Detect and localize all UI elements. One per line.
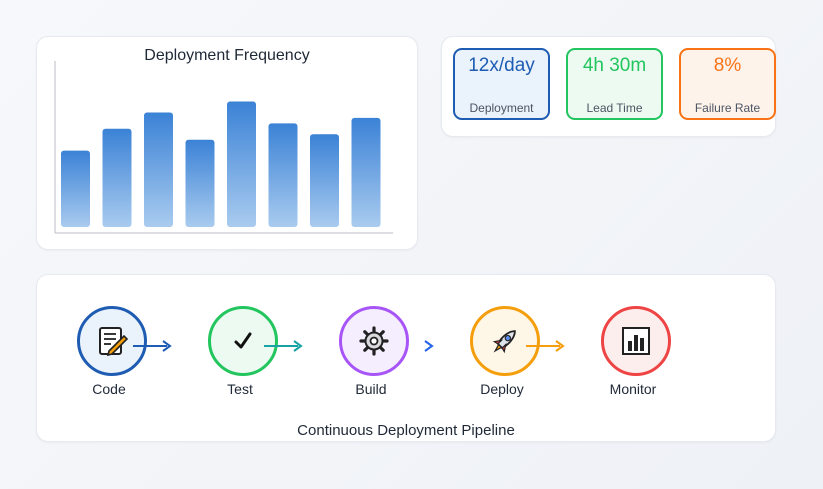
bar-chart-icon <box>622 327 650 355</box>
deployment-metric-label: Deployment <box>469 101 534 115</box>
lead-time-metric: 4h 30m Lead Time <box>566 48 663 120</box>
metrics-card: 12x/day Deployment 4h 30m Lead Time 8% F… <box>441 36 776 137</box>
code-stage-label: Code <box>92 381 126 397</box>
rocket-icon <box>492 330 516 354</box>
deployment-metric-value: 12x/day <box>468 55 535 76</box>
chart-bar <box>61 150 90 227</box>
pipeline-stage-test: Test <box>192 306 292 406</box>
chart-bar <box>268 123 298 227</box>
pipeline-card: Code Test Build Deploy Monitor Continuou… <box>36 274 776 442</box>
memo-icon <box>99 327 129 357</box>
pipeline-caption: Continuous Deployment Pipeline <box>297 422 515 439</box>
failure-rate-metric-value: 8% <box>713 55 742 76</box>
test-stage-label: Test <box>227 381 253 397</box>
deployment-frequency-chart <box>54 61 393 234</box>
chart-bar <box>227 101 256 227</box>
chart-bar <box>351 117 381 227</box>
pipeline-stage-build: Build <box>323 306 423 406</box>
arrow-deploy-to-monitor <box>526 339 566 352</box>
chart-bar <box>102 128 132 227</box>
pipeline-stage-code: Code <box>61 306 161 406</box>
pipeline-stage-monitor: Monitor <box>585 306 685 406</box>
check-icon <box>234 332 252 349</box>
build-stage-label: Build <box>355 381 387 397</box>
chart-bar <box>144 112 173 227</box>
deployment-metric: 12x/day Deployment <box>453 48 550 120</box>
monitor-stage-label: Monitor <box>609 381 657 397</box>
failure-rate-metric-label: Failure Rate <box>694 101 761 115</box>
failure-rate-metric: 8% Failure Rate <box>679 48 776 120</box>
monitor-stage-circle <box>601 306 671 376</box>
deployment-frequency-card: Deployment Frequency <box>36 36 418 250</box>
chart-bar <box>185 139 215 227</box>
pipeline-stage-deploy: Deploy <box>454 306 554 406</box>
lead-time-metric-label: Lead Time <box>586 101 643 115</box>
arrow-code-to-test <box>133 339 173 352</box>
arrow-test-to-build <box>264 339 304 352</box>
lead-time-metric-value: 4h 30m <box>582 55 647 76</box>
chart-bar <box>310 134 339 227</box>
arrow-build-to-deploy <box>395 339 435 352</box>
deploy-stage-label: Deploy <box>480 381 524 397</box>
gear-icon <box>359 326 389 356</box>
